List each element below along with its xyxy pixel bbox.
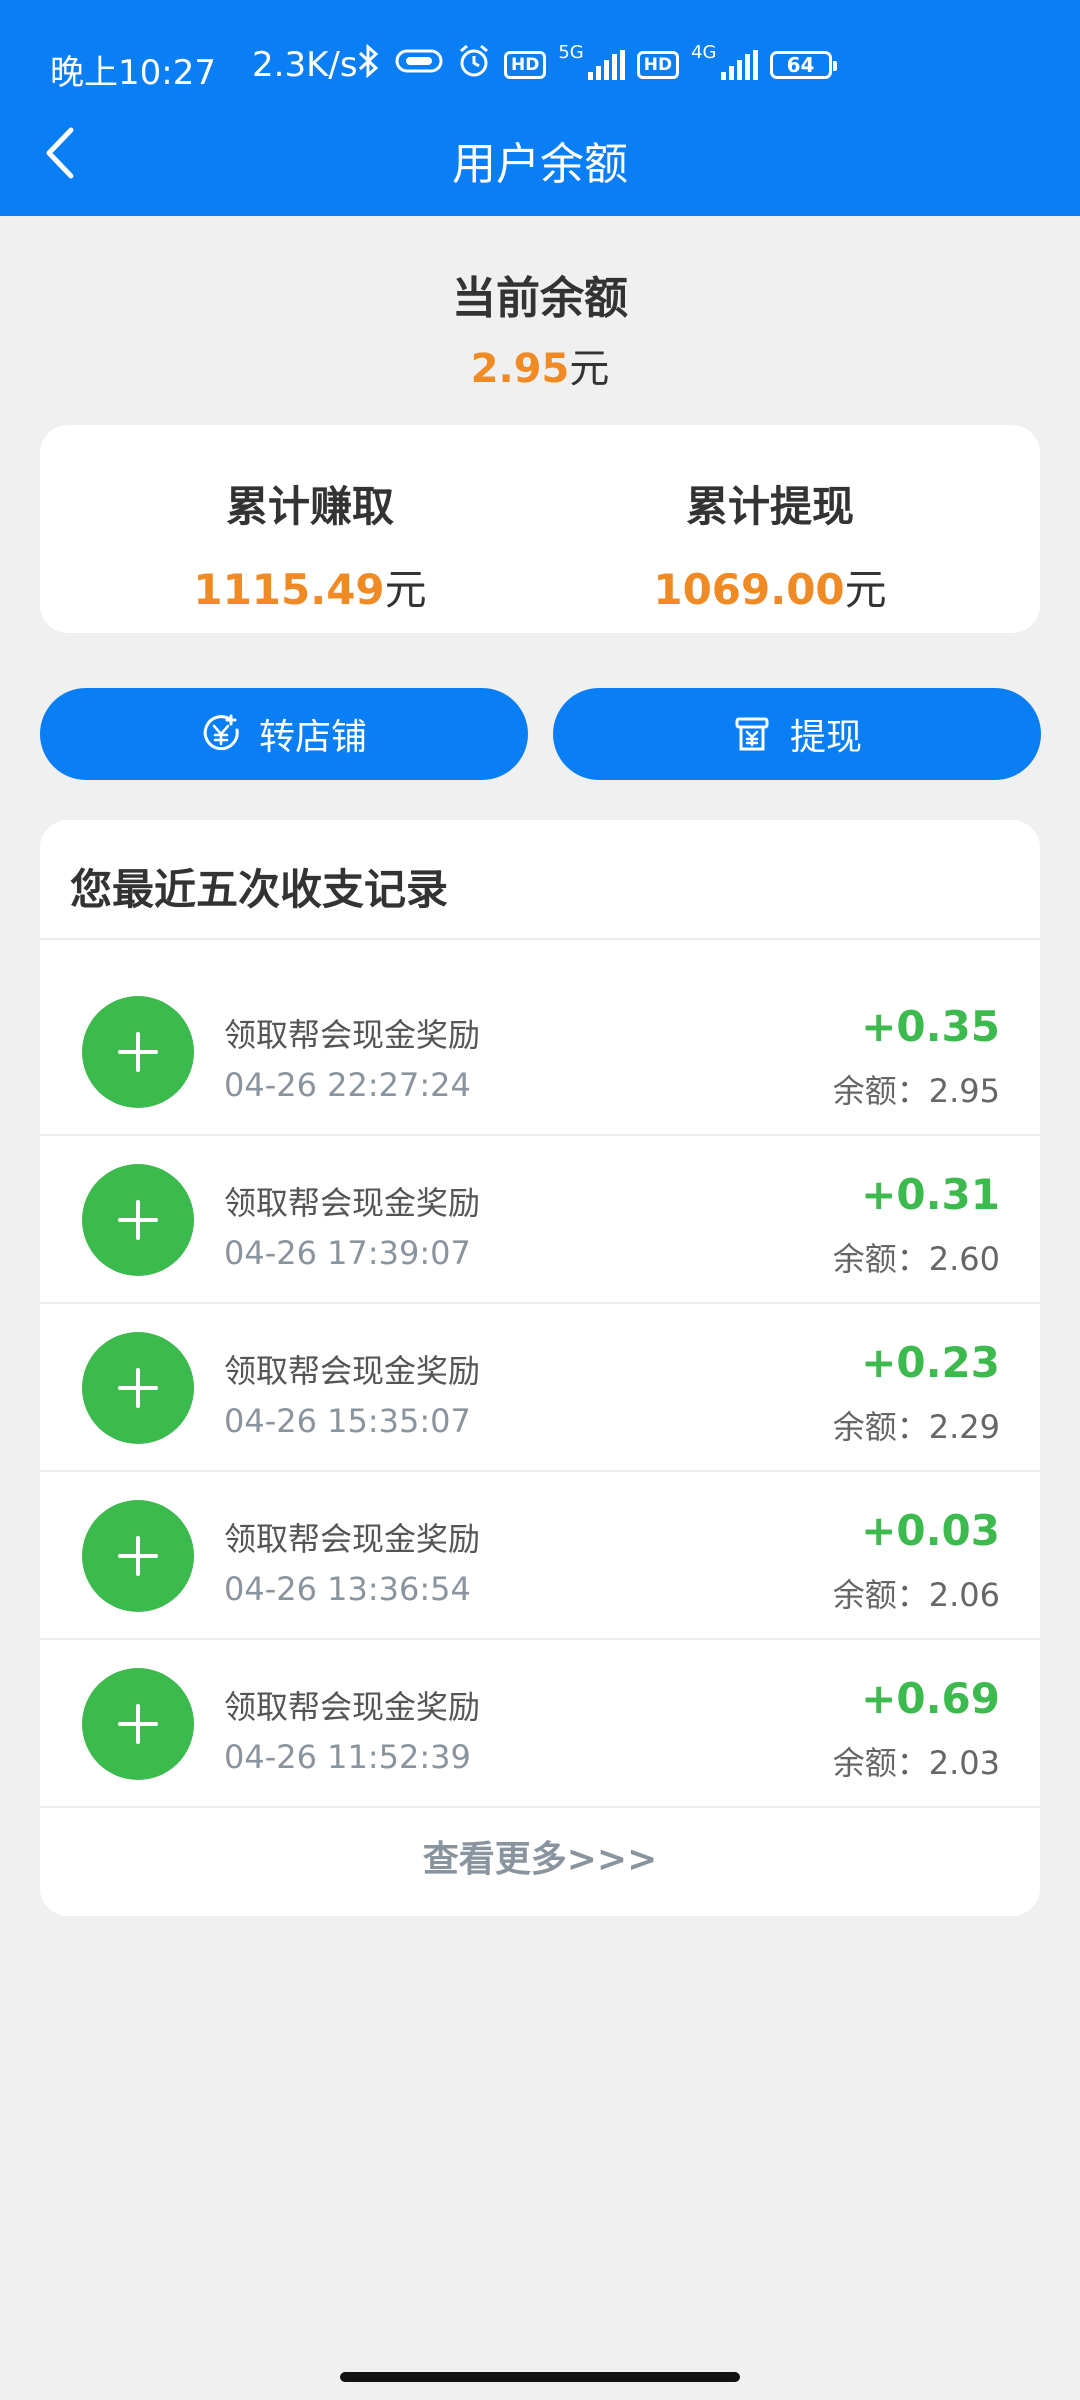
total-earned-unit: 元 bbox=[384, 565, 427, 614]
record-description: 领取帮会现金奖励 bbox=[224, 1016, 481, 1054]
total-withdrawn-unit: 元 bbox=[844, 565, 887, 614]
plus-icon bbox=[82, 1164, 194, 1276]
record-time: 04-26 15:35:07 bbox=[224, 1402, 471, 1440]
record-balance: 余额：2.03 bbox=[832, 1744, 1000, 1782]
record-time: 04-26 22:27:24 bbox=[224, 1066, 471, 1104]
withdraw-button[interactable]: 提现 bbox=[553, 688, 1041, 780]
network-type-2: 4G bbox=[691, 42, 717, 63]
bluetooth-icon bbox=[356, 43, 382, 86]
home-indicator[interactable] bbox=[340, 2372, 740, 2382]
plus-icon bbox=[82, 1668, 194, 1780]
battery-icon: 64 bbox=[769, 51, 837, 79]
hd-badge-1: HD bbox=[504, 51, 547, 79]
alarm-icon bbox=[456, 43, 492, 87]
record-balance: 余额：2.95 bbox=[832, 1072, 1000, 1110]
stats-card: 累计赚取 1115.49元 累计提现 1069.00元 bbox=[40, 425, 1040, 633]
record-balance: 余额：2.60 bbox=[832, 1240, 1000, 1278]
record-amount: +0.31 bbox=[861, 1170, 1000, 1219]
total-withdrawn-label: 累计提现 bbox=[685, 482, 854, 531]
plus-icon bbox=[82, 1332, 194, 1444]
yen-coin-icon bbox=[203, 714, 239, 751]
current-balance-unit: 元 bbox=[569, 346, 610, 392]
status-bar: 晚上10:27 2.3K/s HD 5G HD 4G 64 bbox=[0, 0, 1080, 130]
record-balance: 余额：2.06 bbox=[832, 1576, 1000, 1614]
record-amount: +0.35 bbox=[861, 1002, 1000, 1051]
plus-icon bbox=[82, 1500, 194, 1612]
total-withdrawn-value: 1069.00 bbox=[653, 565, 845, 614]
network-type-1: 5G bbox=[558, 42, 584, 63]
record-amount: +0.69 bbox=[861, 1674, 1000, 1723]
records-title: 您最近五次收支记录 bbox=[70, 865, 449, 914]
record-time: 04-26 13:36:54 bbox=[224, 1570, 471, 1608]
plus-icon bbox=[82, 996, 194, 1108]
page-title: 用户余额 bbox=[452, 139, 628, 190]
total-earned: 累计赚取 1115.49元 bbox=[80, 473, 540, 617]
hd-badge-2: HD bbox=[636, 51, 680, 79]
current-balance: 2.95元 bbox=[0, 336, 1080, 394]
status-icons: HD 5G HD 4G 64 bbox=[356, 40, 837, 90]
record-row[interactable]: 领取帮会现金奖励 04-26 13:36:54 +0.03 余额：2.06 bbox=[40, 1472, 1040, 1640]
withdraw-label: 提现 bbox=[789, 717, 862, 758]
app-header: 晚上10:27 2.3K/s HD 5G HD 4G 64 用户余额 bbox=[0, 0, 1080, 216]
transfer-label: 转店铺 bbox=[258, 717, 367, 758]
network-speed: 2.3K/s bbox=[252, 45, 358, 85]
record-amount: +0.23 bbox=[861, 1338, 1000, 1387]
divider bbox=[40, 938, 1040, 940]
records-card: 您最近五次收支记录 领取帮会现金奖励 04-26 22:27:24 +0.35 … bbox=[40, 820, 1040, 1916]
current-balance-title: 当前余额 bbox=[452, 273, 628, 324]
record-description: 领取帮会现金奖励 bbox=[224, 1184, 481, 1222]
record-row[interactable]: 领取帮会现金奖励 04-26 22:27:24 +0.35 余额：2.95 bbox=[40, 968, 1040, 1136]
status-time: 晚上10:27 bbox=[50, 53, 216, 93]
record-row[interactable]: 领取帮会现金奖励 04-26 15:35:07 +0.23 余额：2.29 bbox=[40, 1304, 1040, 1472]
current-balance-value: 2.95 bbox=[470, 346, 570, 392]
total-withdrawn: 累计提现 1069.00元 bbox=[540, 473, 1000, 617]
record-amount: +0.03 bbox=[861, 1506, 1000, 1555]
record-time: 04-26 11:52:39 bbox=[224, 1738, 471, 1776]
record-description: 领取帮会现金奖励 bbox=[224, 1352, 481, 1390]
record-description: 领取帮会现金奖励 bbox=[224, 1688, 481, 1726]
signal-icon-1 bbox=[587, 50, 625, 80]
link-icon bbox=[394, 46, 444, 84]
record-list: 领取帮会现金奖励 04-26 22:27:24 +0.35 余额：2.95 领取… bbox=[40, 968, 1040, 1808]
record-description: 领取帮会现金奖励 bbox=[224, 1520, 481, 1558]
transfer-to-shop-button[interactable]: 转店铺 bbox=[40, 688, 528, 780]
total-earned-label: 累计赚取 bbox=[225, 482, 394, 531]
total-earned-value: 1115.49 bbox=[193, 565, 385, 614]
record-time: 04-26 17:39:07 bbox=[224, 1234, 471, 1272]
record-row[interactable]: 领取帮会现金奖励 04-26 11:52:39 +0.69 余额：2.03 bbox=[40, 1640, 1040, 1808]
wallet-icon bbox=[735, 717, 769, 751]
record-balance: 余额：2.29 bbox=[832, 1408, 1000, 1446]
signal-icon-2 bbox=[720, 50, 758, 80]
record-row[interactable]: 领取帮会现金奖励 04-26 17:39:07 +0.31 余额：2.60 bbox=[40, 1136, 1040, 1304]
view-more-link[interactable]: 查看更多>>> bbox=[40, 1830, 1040, 1882]
